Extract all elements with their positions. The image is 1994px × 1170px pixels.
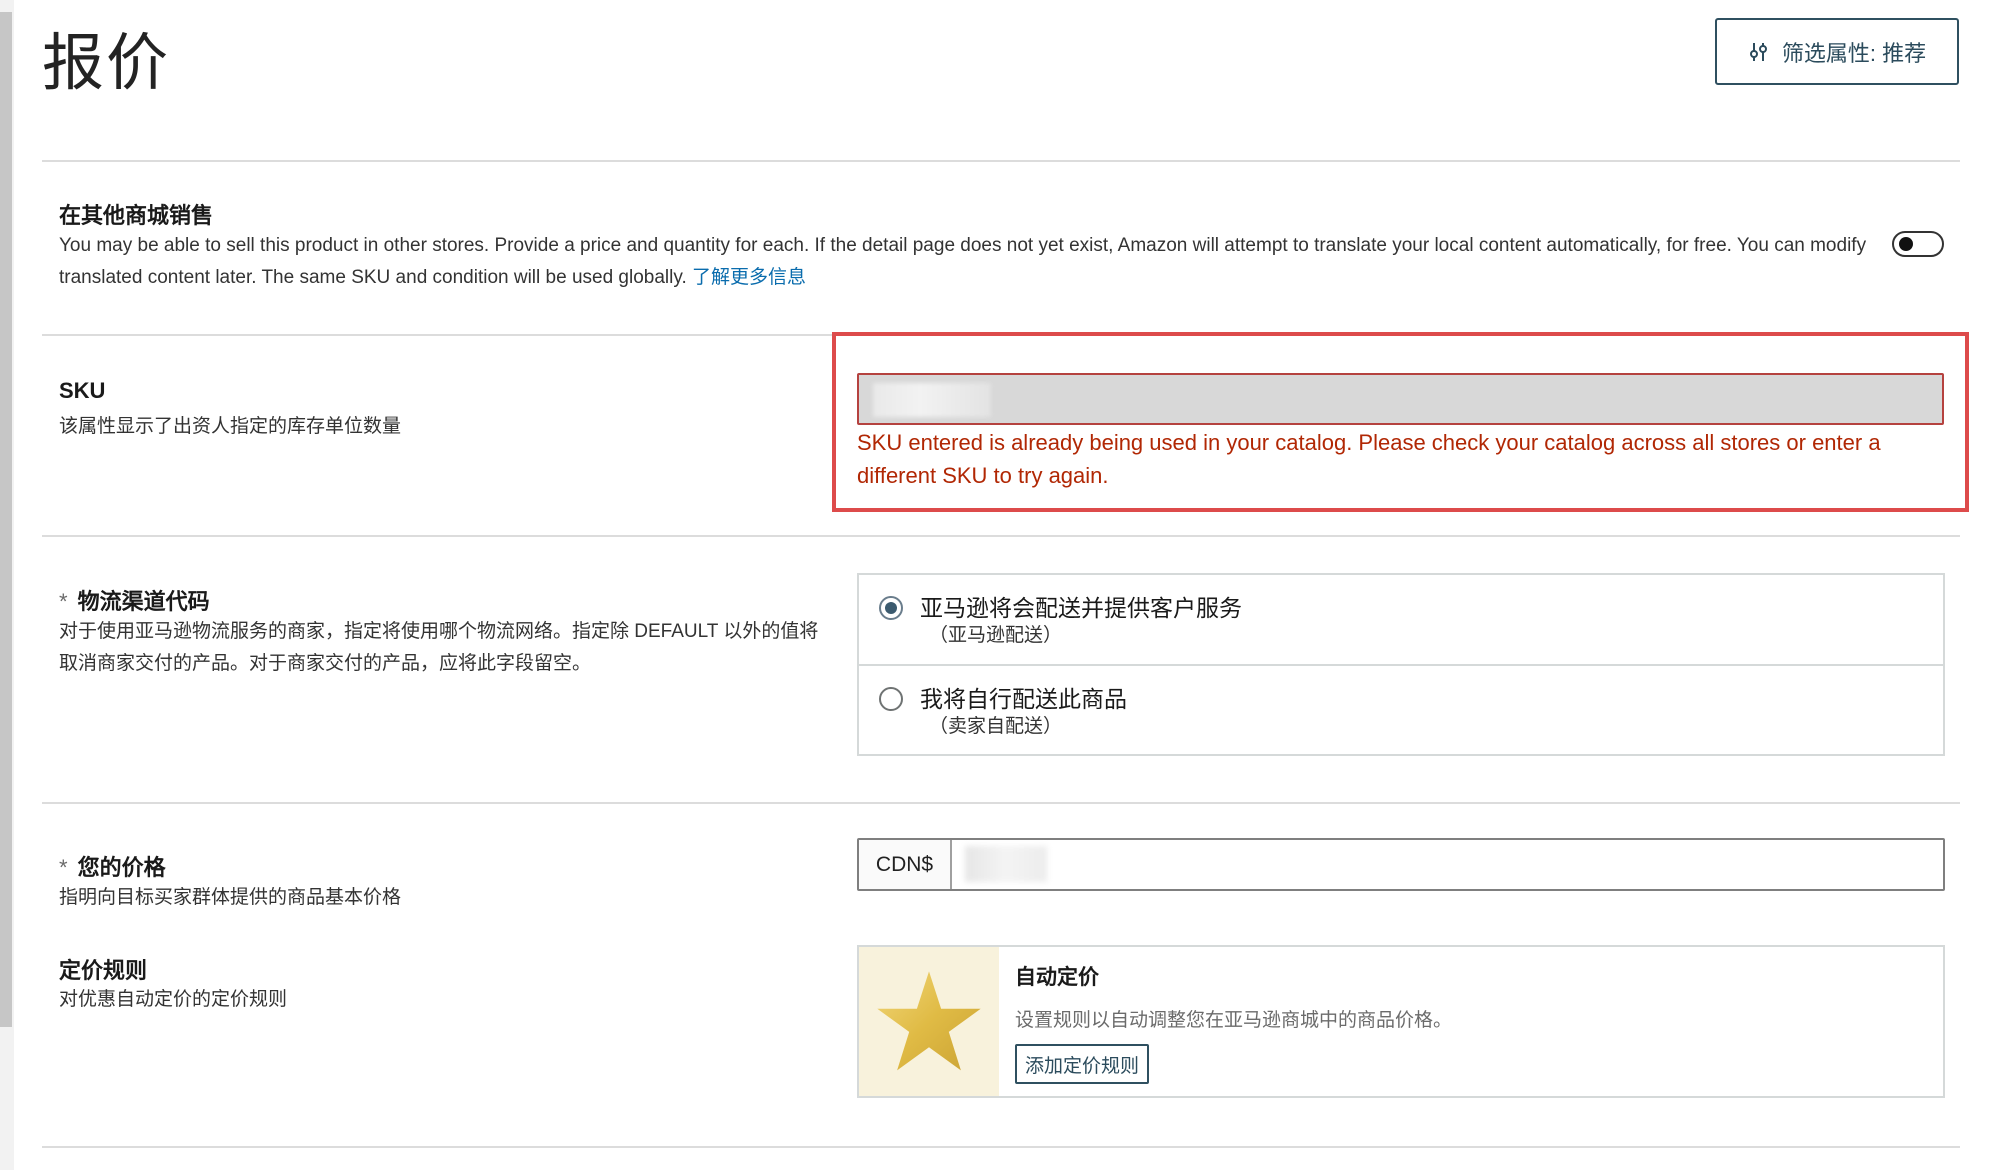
currency-prefix: CDN$ [859,840,952,889]
fulfillment-option-merchant[interactable]: 我将自行配送此商品 （卖家自配送） [859,664,1943,755]
divider [42,802,1960,804]
option-sublabel: （亚马逊配送） [929,625,1063,646]
fulfillment-title-text: 物流渠道代码 [77,589,210,614]
page-title: 报价 [42,29,171,98]
sku-redacted-value [873,383,991,417]
toggle-knob [1899,237,1913,251]
star-icon [877,970,981,1070]
price-description: 指明向目标买家群体提供的商品基本价格 [59,887,402,908]
option-label: 亚马逊将会配送并提供客户服务 [920,595,1242,621]
scrollbar-thumb[interactable] [0,12,12,1027]
required-mark: * [59,855,68,880]
option-label: 我将自行配送此商品 [920,686,1127,712]
learn-more-link[interactable]: 了解更多信息 [692,267,806,288]
fulfillment-radio-group: 亚马逊将会配送并提供客户服务 （亚马逊配送） 我将自行配送此商品 （卖家自配送） [857,573,1945,756]
divider [42,160,1960,162]
price-title-text: 您的价格 [77,855,166,880]
sku-description: 该属性显示了出资人指定的库存单位数量 [59,416,402,437]
pricing-rules-description: 对优惠自动定价的定价规则 [59,989,288,1010]
other-stores-toggle[interactable] [1892,231,1944,257]
star-pane [859,947,999,1096]
auto-pricing-card: 自动定价 设置规则以自动调整您在亚马逊商城中的商品价格。 添加定价规则 [857,945,1945,1098]
sku-input[interactable] [857,373,1944,425]
option-sublabel: （卖家自配送） [929,716,1063,737]
filter-button-label: 筛选属性: 推荐 [1781,40,1927,66]
other-stores-description: You may be able to sell this product in … [59,230,1879,294]
sliders-icon [1748,41,1770,63]
price-input[interactable]: CDN$ [857,838,1945,891]
offer-page: 报价 筛选属性: 推荐 在其他商城销售 You may be able to s… [0,0,1994,1170]
scrollbar[interactable] [0,0,14,1170]
price-redacted-value [965,846,1047,882]
fulfillment-option-amazon[interactable]: 亚马逊将会配送并提供客户服务 （亚马逊配送） [859,575,1943,664]
auto-pricing-title: 自动定价 [1015,966,1099,989]
required-mark: * [59,589,68,614]
sku-title: SKU [59,378,106,403]
filter-attributes-button[interactable]: 筛选属性: 推荐 [1715,18,1959,85]
price-title: * 您的价格 [59,850,166,882]
fulfillment-description: 对于使用亚马逊物流服务的商家，指定将使用哪个物流网络。指定除 DEFAULT 以… [59,621,819,674]
divider [42,535,1960,537]
radio-button-selected[interactable] [879,596,903,620]
auto-pricing-description: 设置规则以自动调整您在亚马逊商城中的商品价格。 [1015,1010,1453,1031]
other-stores-text: You may be able to sell this product in … [59,235,1867,288]
radio-button[interactable] [879,687,903,711]
divider [42,334,832,336]
other-stores-title: 在其他商城销售 [59,203,214,228]
add-pricing-rule-button[interactable]: 添加定价规则 [1015,1044,1150,1084]
sku-error-message: SKU entered is already being used in you… [857,430,1881,488]
divider [42,1146,1960,1148]
pricing-rules-title: 定价规则 [59,958,148,983]
fulfillment-title: * 物流渠道代码 [59,584,210,616]
